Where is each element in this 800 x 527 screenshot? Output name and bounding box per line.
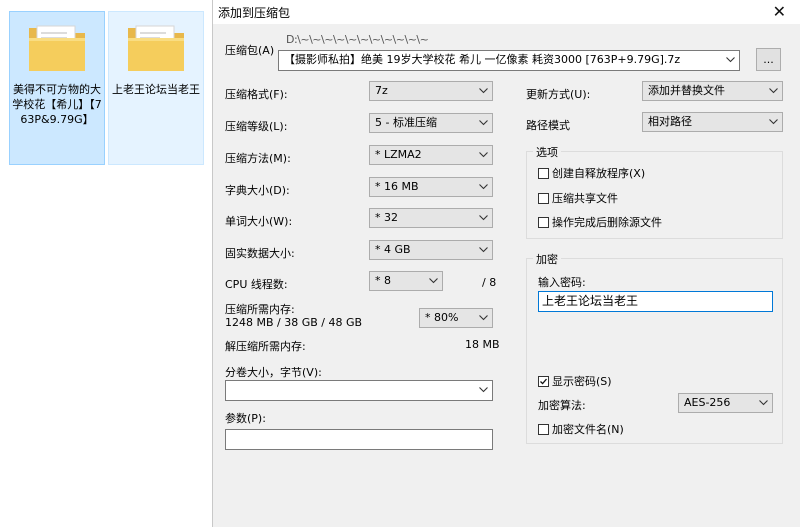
threads-select[interactable]: * 8 [369, 271, 443, 291]
delete-after-checkbox[interactable]: 操作完成后删除源文件 [538, 214, 662, 230]
chevron-down-icon [478, 178, 488, 196]
chevron-down-icon [725, 51, 735, 69]
folder-item-1[interactable]: 美得不可方物的大学校花【希儿】【763P&9.79G】 [9, 11, 105, 165]
word-size-label: 单词大小(W): [225, 215, 293, 228]
create-sfx-checkbox[interactable]: 创建自释放程序(X) [538, 165, 645, 181]
solid-block-label: 固实数据大小: [225, 247, 295, 260]
encrypt-filenames-label: 加密文件名(N) [552, 423, 624, 436]
method-value: * LZMA2 [375, 148, 422, 161]
encryption-method-select[interactable]: AES-256 [678, 393, 773, 413]
threads-value: * 8 [375, 274, 391, 287]
chevron-down-icon [478, 146, 488, 164]
compress-memory-label: 压缩所需内存: [225, 303, 295, 316]
folder-label: 美得不可方物的大学校花【希儿】【763P&9.79G】 [12, 83, 102, 126]
encryption-method-value: AES-256 [684, 396, 731, 409]
explorer-pane: 美得不可方物的大学校花【希儿】【763P&9.79G】 上老王论坛当老王 [0, 0, 212, 527]
threads-label: CPU 线程数: [225, 278, 288, 291]
method-label: 压缩方法(M): [225, 152, 291, 165]
parameters-input[interactable] [225, 429, 493, 450]
browse-button[interactable]: ... [756, 48, 781, 71]
format-select[interactable]: 7z [369, 81, 493, 101]
word-size-value: * 32 [375, 211, 398, 224]
folder-icon [29, 25, 85, 71]
split-volume-combo[interactable] [225, 380, 493, 401]
update-mode-label: 更新方式(U): [526, 88, 591, 101]
chevron-down-icon [758, 394, 768, 412]
folder-label: 上老王论坛当老王 [112, 83, 200, 96]
chevron-down-icon [768, 113, 778, 131]
update-mode-select[interactable]: 添加并替换文件 [642, 81, 783, 101]
password-label: 输入密码: [538, 276, 586, 289]
format-value: 7z [375, 84, 388, 97]
dictionary-value: * 16 MB [375, 180, 419, 193]
level-value: 5 - 标准压缩 [375, 116, 437, 129]
encryption-method-label: 加密算法: [538, 399, 586, 412]
chevron-down-icon [768, 82, 778, 100]
create-sfx-label: 创建自释放程序(X) [552, 167, 646, 180]
archive-name-combo[interactable]: 【摄影师私拍】绝美 19岁大学校花 希儿 一亿像素 耗资3000 [763P+9… [278, 50, 740, 71]
memory-usage-value: * 80% [425, 311, 459, 324]
chevron-down-icon [478, 309, 488, 327]
show-password-label: 显示密码(S) [552, 375, 612, 388]
show-password-checkbox[interactable]: 显示密码(S) [538, 373, 612, 389]
archive-name-value: 【摄影师私拍】绝美 19岁大学校花 希儿 一亿像素 耗资3000 [763P+9… [284, 53, 681, 66]
archive-path: D:\~\~\~\~\~\~\~\~\~\~\~ [286, 33, 429, 46]
checkbox-box [538, 192, 549, 204]
path-mode-label: 路径模式 [526, 119, 570, 132]
dialog-title: 添加到压缩包 [218, 6, 291, 20]
chevron-down-icon [478, 241, 488, 259]
add-to-archive-dialog: 添加到压缩包 ✕ 压缩包(A) D:\~\~\~\~\~\~\~\~\~\~\~… [212, 0, 800, 527]
word-size-select[interactable]: * 32 [369, 208, 493, 228]
checkbox-box [538, 167, 549, 179]
chevron-down-icon [478, 381, 488, 399]
format-label: 压缩格式(F): [225, 88, 288, 101]
memory-usage-select[interactable]: * 80% [419, 308, 493, 328]
encrypt-filenames-checkbox[interactable]: 加密文件名(N) [538, 421, 624, 437]
chevron-down-icon [478, 209, 488, 227]
folder-item-2[interactable]: 上老王论坛当老王 [108, 11, 204, 165]
level-label: 压缩等级(L): [225, 120, 288, 133]
title-bar: 添加到压缩包 ✕ [213, 0, 800, 24]
archive-label: 压缩包(A) [225, 44, 275, 57]
chevron-down-icon [428, 272, 438, 290]
path-mode-value: 相对路径 [648, 115, 692, 128]
close-icon[interactable]: ✕ [773, 2, 786, 21]
checkbox-box [538, 216, 549, 228]
checkbox-box [538, 375, 549, 387]
checkbox-box [538, 423, 549, 435]
chevron-down-icon [478, 82, 488, 100]
method-select[interactable]: * LZMA2 [369, 145, 493, 165]
folder-icon [128, 25, 184, 71]
threads-max: / 8 [482, 276, 497, 289]
encryption-group-title: 加密 [533, 251, 561, 267]
dictionary-label: 字典大小(D): [225, 184, 290, 197]
solid-block-select[interactable]: * 4 GB [369, 240, 493, 260]
compress-memory-detail: 1248 MB / 38 GB / 48 GB [225, 316, 363, 329]
compress-shared-label: 压缩共享文件 [552, 192, 618, 205]
update-mode-value: 添加并替换文件 [648, 84, 725, 97]
browse-label: ... [763, 53, 774, 66]
delete-after-label: 操作完成后删除源文件 [552, 216, 662, 229]
options-group-title: 选项 [533, 144, 561, 160]
split-volume-label: 分卷大小，字节(V): [225, 366, 322, 379]
password-value: 上老王论坛当老王 [542, 294, 639, 308]
checkmark-icon [540, 378, 547, 385]
path-mode-select[interactable]: 相对路径 [642, 112, 783, 132]
password-input[interactable]: 上老王论坛当老王 [538, 291, 773, 312]
level-select[interactable]: 5 - 标准压缩 [369, 113, 493, 133]
solid-block-value: * 4 GB [375, 243, 411, 256]
compress-shared-checkbox[interactable]: 压缩共享文件 [538, 190, 618, 206]
decompress-memory-label: 解压缩所需内存: [225, 340, 306, 353]
parameters-label: 参数(P): [225, 412, 266, 425]
chevron-down-icon [478, 114, 488, 132]
dictionary-select[interactable]: * 16 MB [369, 177, 493, 197]
decompress-memory-value: 18 MB [465, 338, 500, 351]
